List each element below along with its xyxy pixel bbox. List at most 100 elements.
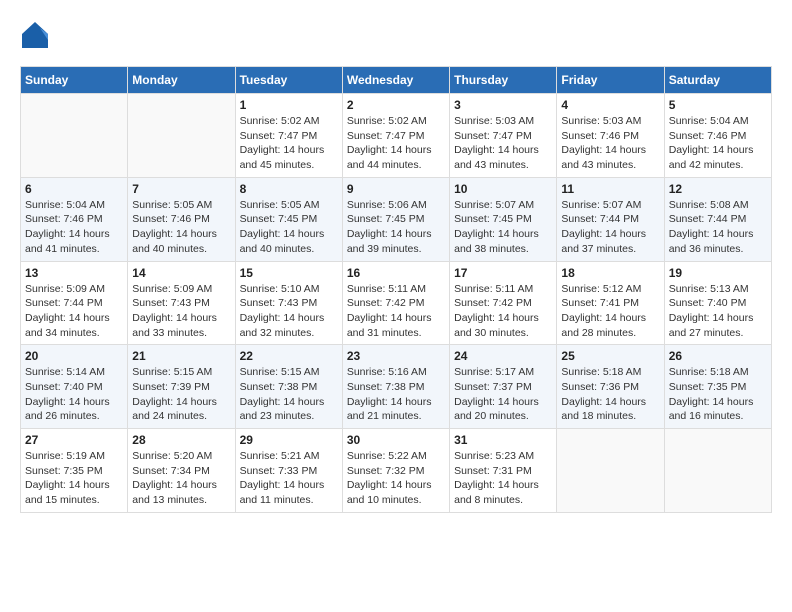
calendar-day-cell: 11 Sunrise: 5:07 AM Sunset: 7:44 PM Dayli…: [557, 177, 664, 261]
calendar-day-cell: 15 Sunrise: 5:10 AM Sunset: 7:43 PM Dayli…: [235, 261, 342, 345]
day-number: 21: [132, 349, 230, 363]
calendar-week-row: 20Sunrise: 5:14 AM Sunset: 7:40 PM Dayli…: [21, 345, 772, 429]
calendar-day-cell: 26 Sunrise: 5:18 AM Sunset: 7:35 PM Dayli…: [664, 345, 771, 429]
day-info: Sunrise: 5:05 AM Sunset: 7:46 PM Dayligh…: [132, 198, 230, 257]
day-number: 25: [561, 349, 659, 363]
calendar-day-cell: 14 Sunrise: 5:09 AM Sunset: 7:43 PM Dayli…: [128, 261, 235, 345]
weekday-header: Saturday: [664, 67, 771, 94]
day-number: 11: [561, 182, 659, 196]
weekday-header: Sunday: [21, 67, 128, 94]
day-number: 16: [347, 266, 445, 280]
calendar-week-row: 1Sunrise: 5:02 AM Sunset: 7:47 PM Daylig…: [21, 94, 772, 178]
calendar-day-cell: 5 Sunrise: 5:04 AM Sunset: 7:46 PM Daylig…: [664, 94, 771, 178]
calendar-week-row: 6 Sunrise: 5:04 AM Sunset: 7:46 PM Daylig…: [21, 177, 772, 261]
calendar-day-cell: 10 Sunrise: 5:07 AM Sunset: 7:45 PM Dayli…: [450, 177, 557, 261]
day-info: Sunrise: 5:15 AM Sunset: 7:38 PM Dayligh…: [240, 365, 338, 424]
weekday-header: Monday: [128, 67, 235, 94]
day-number: 5: [669, 98, 767, 112]
day-info: Sunrise: 5:11 AM Sunset: 7:42 PM Dayligh…: [347, 282, 445, 341]
calendar-day-cell: 23 Sunrise: 5:16 AM Sunset: 7:38 PM Dayli…: [342, 345, 449, 429]
day-info: Sunrise: 5:05 AM Sunset: 7:45 PM Dayligh…: [240, 198, 338, 257]
day-number: 28: [132, 433, 230, 447]
day-number: 23: [347, 349, 445, 363]
calendar-week-row: 13 Sunrise: 5:09 AM Sunset: 7:44 PM Dayli…: [21, 261, 772, 345]
day-info: Sunrise: 5:15 AM Sunset: 7:39 PM Dayligh…: [132, 365, 230, 424]
calendar-day-cell: 29 Sunrise: 5:21 AM Sunset: 7:33 PM Dayli…: [235, 429, 342, 513]
logo: [20, 20, 54, 50]
calendar-day-cell: 16 Sunrise: 5:11 AM Sunset: 7:42 PM Dayli…: [342, 261, 449, 345]
calendar-day-cell: 21 Sunrise: 5:15 AM Sunset: 7:39 PM Dayli…: [128, 345, 235, 429]
calendar-day-cell: 18Sunrise: 5:12 AM Sunset: 7:41 PM Dayli…: [557, 261, 664, 345]
day-info: Sunrise: 5:16 AM Sunset: 7:38 PM Dayligh…: [347, 365, 445, 424]
day-number: 3: [454, 98, 552, 112]
day-info: Sunrise: 5:06 AM Sunset: 7:45 PM Dayligh…: [347, 198, 445, 257]
day-info: Sunrise: 5:10 AM Sunset: 7:43 PM Dayligh…: [240, 282, 338, 341]
weekday-header-row: SundayMondayTuesdayWednesdayThursdayFrid…: [21, 67, 772, 94]
calendar-day-cell: 7 Sunrise: 5:05 AM Sunset: 7:46 PM Daylig…: [128, 177, 235, 261]
calendar-day-cell: [557, 429, 664, 513]
weekday-header: Thursday: [450, 67, 557, 94]
day-number: 9: [347, 182, 445, 196]
day-number: 26: [669, 349, 767, 363]
calendar-day-cell: 17 Sunrise: 5:11 AM Sunset: 7:42 PM Dayli…: [450, 261, 557, 345]
day-number: 29: [240, 433, 338, 447]
calendar-day-cell: 13 Sunrise: 5:09 AM Sunset: 7:44 PM Dayli…: [21, 261, 128, 345]
calendar-day-cell: 1Sunrise: 5:02 AM Sunset: 7:47 PM Daylig…: [235, 94, 342, 178]
day-number: 24: [454, 349, 552, 363]
calendar-day-cell: 19 Sunrise: 5:13 AM Sunset: 7:40 PM Dayli…: [664, 261, 771, 345]
day-number: 8: [240, 182, 338, 196]
calendar-day-cell: 22 Sunrise: 5:15 AM Sunset: 7:38 PM Dayli…: [235, 345, 342, 429]
day-number: 13: [25, 266, 123, 280]
day-info: Sunrise: 5:02 AM Sunset: 7:47 PM Dayligh…: [240, 114, 338, 173]
weekday-header: Friday: [557, 67, 664, 94]
page-header: [20, 20, 772, 50]
day-info: Sunrise: 5:18 AM Sunset: 7:35 PM Dayligh…: [669, 365, 767, 424]
day-number: 4: [561, 98, 659, 112]
day-number: 19: [669, 266, 767, 280]
day-info: Sunrise: 5:21 AM Sunset: 7:33 PM Dayligh…: [240, 449, 338, 508]
day-info: Sunrise: 5:14 AM Sunset: 7:40 PM Dayligh…: [25, 365, 123, 424]
calendar-day-cell: 20Sunrise: 5:14 AM Sunset: 7:40 PM Dayli…: [21, 345, 128, 429]
calendar-day-cell: 9 Sunrise: 5:06 AM Sunset: 7:45 PM Daylig…: [342, 177, 449, 261]
calendar-week-row: 27Sunrise: 5:19 AM Sunset: 7:35 PM Dayli…: [21, 429, 772, 513]
day-number: 31: [454, 433, 552, 447]
day-info: Sunrise: 5:20 AM Sunset: 7:34 PM Dayligh…: [132, 449, 230, 508]
calendar-day-cell: 28 Sunrise: 5:20 AM Sunset: 7:34 PM Dayli…: [128, 429, 235, 513]
logo-icon: [20, 20, 50, 50]
day-number: 6: [25, 182, 123, 196]
day-number: 18: [561, 266, 659, 280]
calendar-day-cell: [128, 94, 235, 178]
day-info: Sunrise: 5:19 AM Sunset: 7:35 PM Dayligh…: [25, 449, 123, 508]
day-number: 10: [454, 182, 552, 196]
day-info: Sunrise: 5:22 AM Sunset: 7:32 PM Dayligh…: [347, 449, 445, 508]
calendar-day-cell: [21, 94, 128, 178]
calendar-day-cell: 25Sunrise: 5:18 AM Sunset: 7:36 PM Dayli…: [557, 345, 664, 429]
day-number: 7: [132, 182, 230, 196]
calendar-day-cell: 2Sunrise: 5:02 AM Sunset: 7:47 PM Daylig…: [342, 94, 449, 178]
calendar-day-cell: 24 Sunrise: 5:17 AM Sunset: 7:37 PM Dayli…: [450, 345, 557, 429]
day-info: Sunrise: 5:09 AM Sunset: 7:44 PM Dayligh…: [25, 282, 123, 341]
day-number: 14: [132, 266, 230, 280]
calendar-day-cell: 4 Sunrise: 5:03 AM Sunset: 7:46 PM Daylig…: [557, 94, 664, 178]
day-info: Sunrise: 5:04 AM Sunset: 7:46 PM Dayligh…: [25, 198, 123, 257]
day-number: 17: [454, 266, 552, 280]
day-info: Sunrise: 5:17 AM Sunset: 7:37 PM Dayligh…: [454, 365, 552, 424]
day-info: Sunrise: 5:03 AM Sunset: 7:46 PM Dayligh…: [561, 114, 659, 173]
calendar-table: SundayMondayTuesdayWednesdayThursdayFrid…: [20, 66, 772, 513]
day-info: Sunrise: 5:13 AM Sunset: 7:40 PM Dayligh…: [669, 282, 767, 341]
weekday-header: Tuesday: [235, 67, 342, 94]
day-info: Sunrise: 5:07 AM Sunset: 7:45 PM Dayligh…: [454, 198, 552, 257]
day-info: Sunrise: 5:03 AM Sunset: 7:47 PM Dayligh…: [454, 114, 552, 173]
day-number: 12: [669, 182, 767, 196]
day-info: Sunrise: 5:09 AM Sunset: 7:43 PM Dayligh…: [132, 282, 230, 341]
calendar-day-cell: 27Sunrise: 5:19 AM Sunset: 7:35 PM Dayli…: [21, 429, 128, 513]
calendar-day-cell: 30Sunrise: 5:22 AM Sunset: 7:32 PM Dayli…: [342, 429, 449, 513]
day-number: 15: [240, 266, 338, 280]
day-number: 2: [347, 98, 445, 112]
day-info: Sunrise: 5:23 AM Sunset: 7:31 PM Dayligh…: [454, 449, 552, 508]
day-info: Sunrise: 5:04 AM Sunset: 7:46 PM Dayligh…: [669, 114, 767, 173]
day-number: 22: [240, 349, 338, 363]
calendar-day-cell: [664, 429, 771, 513]
day-info: Sunrise: 5:11 AM Sunset: 7:42 PM Dayligh…: [454, 282, 552, 341]
day-info: Sunrise: 5:07 AM Sunset: 7:44 PM Dayligh…: [561, 198, 659, 257]
